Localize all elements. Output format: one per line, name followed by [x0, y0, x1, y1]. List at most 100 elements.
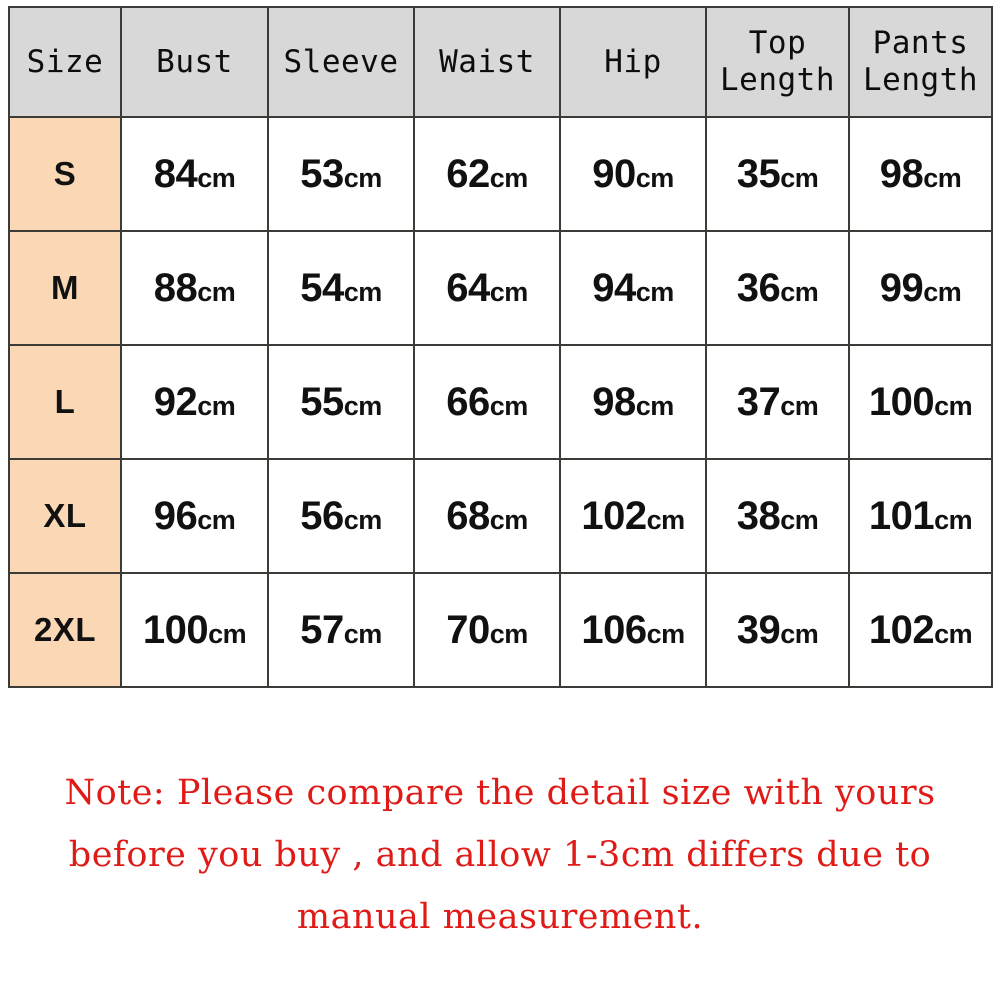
measure-cell-bust: 100cm — [120, 572, 269, 688]
measure-value: 90 — [592, 151, 636, 196]
measure-unit: cm — [208, 618, 247, 649]
measurement-note: Note: Please compare the detail size wit… — [0, 762, 1000, 948]
measure-value: 96 — [153, 493, 198, 538]
column-header-bust: Bust — [120, 6, 269, 118]
measure-unit: cm — [489, 504, 529, 535]
measure-cell-hip: 98cm — [559, 344, 707, 460]
measure-value: 54 — [300, 265, 344, 310]
size-chart-table: Size Bust Sleeve Waist Hip Top Length Pants Leng… — [8, 6, 993, 688]
table-row: 2XL 100cm 57cm 70cm 106cm 39cm 102cm — [8, 572, 993, 688]
measure-unit: cm — [197, 276, 236, 307]
measure-value: 100 — [868, 379, 935, 424]
measure-cell-waist: 62cm — [413, 116, 561, 232]
note-line: Note: Please compare the detail size wit… — [64, 773, 936, 813]
measure-value: 66 — [446, 379, 490, 424]
measure-cell-waist: 70cm — [413, 572, 561, 688]
measure-cell-waist: 64cm — [413, 230, 561, 346]
measure-unit: cm — [197, 390, 236, 421]
measure-value: 57 — [300, 607, 344, 652]
measure-unit: cm — [923, 276, 962, 307]
table-row: XL 96cm 56cm 68cm 102cm 38cm 101cm — [8, 458, 993, 574]
measure-cell-pants_length: 102cm — [848, 572, 993, 688]
measure-unit: cm — [780, 390, 819, 421]
measure-unit: cm — [780, 276, 819, 307]
measure-cell-sleeve: 54cm — [267, 230, 415, 346]
measure-value: 39 — [736, 607, 781, 652]
column-header-top_length: Top Length — [705, 6, 850, 118]
size-chart-table-container: Size Bust Sleeve Waist Hip Top Length Pants Leng… — [8, 6, 993, 688]
measure-unit: cm — [780, 618, 819, 649]
measure-value: 62 — [446, 151, 490, 196]
note-line: manual measurement. — [296, 897, 704, 937]
measure-value: 99 — [879, 265, 924, 310]
measure-value: 94 — [592, 265, 636, 310]
measure-value: 106 — [581, 607, 647, 652]
measure-cell-pants_length: 98cm — [848, 116, 993, 232]
table-row: L 92cm 55cm 66cm 98cm 37cm 100cm — [8, 344, 993, 460]
measure-value: 68 — [446, 493, 490, 538]
size-chart-page: Size Bust Sleeve Waist Hip Top Length Pants Leng… — [0, 0, 1000, 1000]
column-header-pants_length: Pants Length — [848, 6, 993, 118]
measure-cell-top_length: 38cm — [705, 458, 850, 574]
measure-value: 38 — [736, 493, 781, 538]
measure-cell-sleeve: 56cm — [267, 458, 415, 574]
measure-unit: cm — [635, 162, 675, 193]
column-header-size: Size — [8, 6, 122, 118]
measure-unit: cm — [934, 618, 973, 649]
measure-unit: cm — [780, 504, 819, 535]
measure-unit: cm — [923, 162, 962, 193]
measure-unit: cm — [489, 618, 529, 649]
measure-cell-hip: 90cm — [559, 116, 707, 232]
table-body: S 84cm 53cm 62cm 90cm 35cm 98cm M 88cm 54cm 64cm 94… — [8, 116, 993, 688]
size-label-cell: 2XL — [8, 572, 122, 688]
measure-cell-bust: 96cm — [120, 458, 269, 574]
measure-cell-sleeve: 55cm — [267, 344, 415, 460]
measure-unit: cm — [343, 504, 383, 535]
measure-value: 98 — [879, 151, 924, 196]
measure-value: 84 — [153, 151, 198, 196]
measure-cell-top_length: 37cm — [705, 344, 850, 460]
measure-unit: cm — [489, 390, 529, 421]
measure-cell-bust: 92cm — [120, 344, 269, 460]
measure-value: 35 — [736, 151, 781, 196]
measure-cell-waist: 66cm — [413, 344, 561, 460]
measure-cell-top_length: 35cm — [705, 116, 850, 232]
measure-cell-pants_length: 100cm — [848, 344, 993, 460]
measure-cell-hip: 106cm — [559, 572, 707, 688]
measure-unit: cm — [489, 276, 529, 307]
table-header: Size Bust Sleeve Waist Hip Top Length Pants Leng… — [8, 6, 993, 118]
measure-unit: cm — [780, 162, 819, 193]
measure-unit: cm — [635, 390, 675, 421]
measure-unit: cm — [197, 504, 236, 535]
measure-unit: cm — [343, 276, 383, 307]
measure-value: 37 — [736, 379, 781, 424]
measure-value: 101 — [868, 493, 935, 538]
size-label-cell: M — [8, 230, 122, 346]
measure-value: 102 — [868, 607, 935, 652]
measure-unit: cm — [489, 162, 529, 193]
measure-value: 102 — [581, 493, 647, 538]
column-header-sleeve: Sleeve — [267, 6, 415, 118]
measure-cell-pants_length: 99cm — [848, 230, 993, 346]
measure-cell-top_length: 36cm — [705, 230, 850, 346]
measure-value: 53 — [300, 151, 344, 196]
size-label-cell: XL — [8, 458, 122, 574]
measure-cell-pants_length: 101cm — [848, 458, 993, 574]
measure-cell-hip: 102cm — [559, 458, 707, 574]
table-row: M 88cm 54cm 64cm 94cm 36cm 99cm — [8, 230, 993, 346]
measure-cell-sleeve: 57cm — [267, 572, 415, 688]
measure-value: 36 — [736, 265, 781, 310]
measure-unit: cm — [343, 390, 383, 421]
measure-unit: cm — [343, 162, 383, 193]
measure-cell-top_length: 39cm — [705, 572, 850, 688]
measure-cell-bust: 84cm — [120, 116, 269, 232]
measure-value: 88 — [153, 265, 198, 310]
note-line: before you buy , and allow 1-3cm differs… — [68, 835, 932, 875]
header-row: Size Bust Sleeve Waist Hip Top Length Pants Leng… — [8, 6, 993, 118]
measure-cell-waist: 68cm — [413, 458, 561, 574]
size-label-cell: L — [8, 344, 122, 460]
measure-value: 55 — [300, 379, 344, 424]
measure-cell-hip: 94cm — [559, 230, 707, 346]
column-header-waist: Waist — [413, 6, 561, 118]
table-row: S 84cm 53cm 62cm 90cm 35cm 98cm — [8, 116, 993, 232]
